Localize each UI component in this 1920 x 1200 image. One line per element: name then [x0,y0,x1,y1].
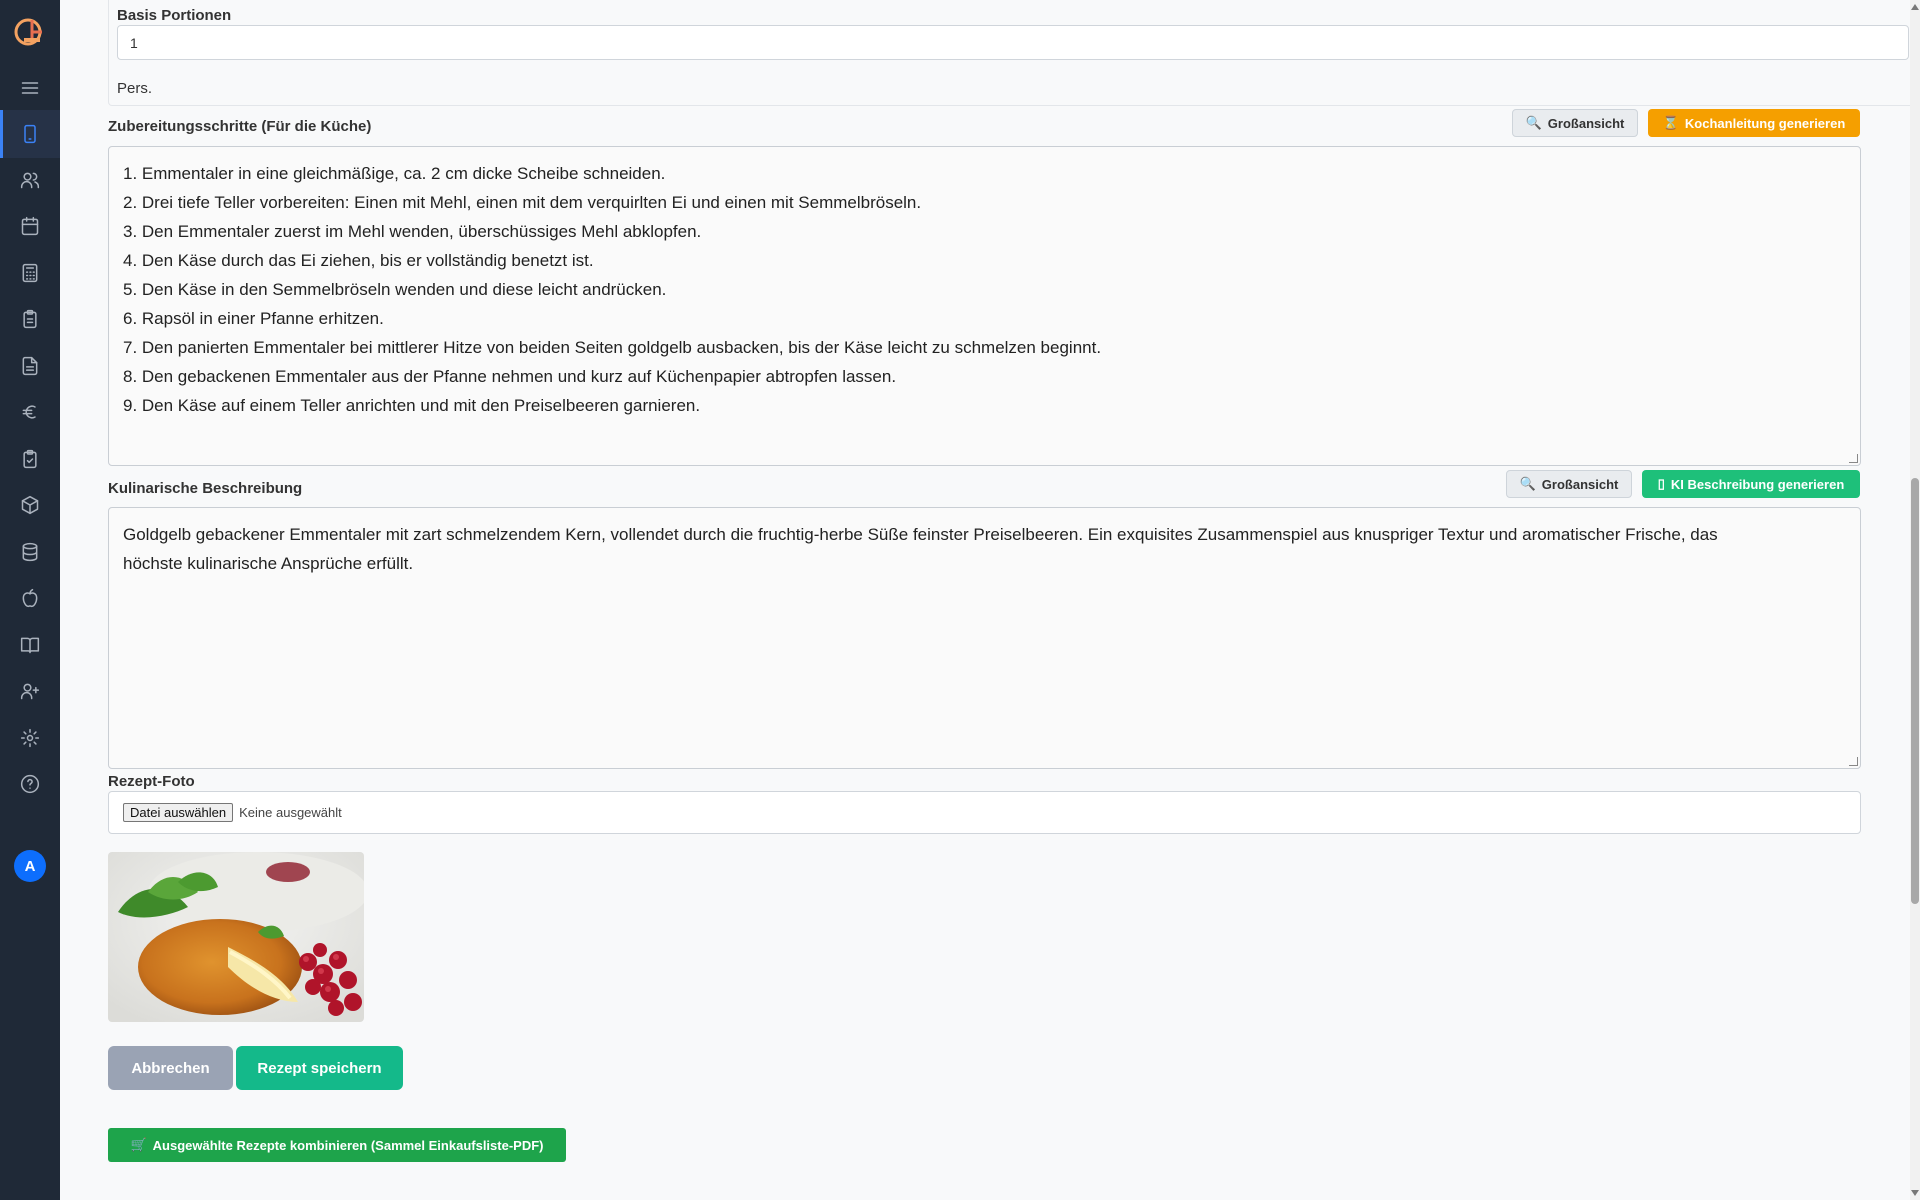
menu-icon[interactable] [18,76,42,100]
euro-icon[interactable] [18,400,42,424]
sidebar: A [0,0,60,1200]
combine-recipes-button[interactable]: 🛒 Ausgewählte Rezepte kombinieren (Samme… [108,1128,566,1162]
generate-instructions-label: Kochanleitung generieren [1684,115,1846,131]
step-line: 6. Rapsöl in einer Pfanne erhitzen. [123,309,384,328]
help-icon[interactable] [18,772,42,796]
portions-unit: Pers. [117,80,153,97]
step-line: 2. Drei tiefe Teller vorbereiten: Einen … [123,193,922,212]
step-line: 4. Den Käse durch das Ei ziehen, bis er … [123,251,594,270]
recipe-photo [108,852,364,1022]
step-line: 1. Emmentaler in eine gleichmäßige, ca. … [123,164,666,183]
description-zoom-button[interactable]: 🔍 Großansicht [1506,470,1632,498]
logo-icon[interactable] [10,12,50,52]
hourglass-icon: ⌛ [1662,115,1679,130]
steps-textarea[interactable]: 1. Emmentaler in eine gleichmäßige, ca. … [108,146,1861,466]
magnifier-icon: 🔍 [1525,115,1542,130]
step-line: 5. Den Käse in den Semmelbröseln wenden … [123,280,667,299]
step-line: 8. Den gebackenen Emmentaler aus der Pfa… [123,367,897,386]
steps-zoom-label: Großansicht [1547,115,1625,131]
magnifier-icon: 🔍 [1519,476,1536,491]
resize-handle[interactable] [1849,454,1858,463]
portions-label: Basis Portionen [117,7,232,24]
scroll-thumb[interactable] [1911,478,1919,904]
scroll-down-arrow[interactable] [1911,1190,1919,1196]
photo-label: Rezept-Foto [108,773,195,790]
clipboard-icon[interactable] [18,307,42,331]
steps-zoom-button[interactable]: 🔍 Großansicht [1512,109,1638,137]
generate-instructions-button[interactable]: ⌛ Kochanleitung generieren [1648,109,1860,137]
sparkle-icon: ▯ [1657,476,1665,491]
box-icon[interactable] [18,493,42,517]
portions-input[interactable]: 1 [117,25,1909,60]
choose-file-button[interactable]: Datei auswählen [123,803,234,822]
phone-icon[interactable] [18,122,42,146]
file-status: Keine ausgewählt [239,805,342,820]
users-icon[interactable] [18,168,42,192]
description-line: Goldgelb gebackener Emmentaler mit zart … [123,525,1718,544]
combine-recipes-label: Ausgewählte Rezepte kombinieren (Sammel … [152,1137,544,1153]
description-line: höchste kulinarische Ansprüche erfüllt. [123,554,414,573]
step-line: 3. Den Emmentaler zuerst im Mehl wenden,… [123,222,702,241]
resize-handle[interactable] [1849,757,1858,766]
settings-icon[interactable] [18,726,42,750]
user-plus-icon[interactable] [18,679,42,703]
apple-icon[interactable] [18,586,42,610]
cart-icon: 🛒 [130,1137,147,1152]
book-icon[interactable] [18,633,42,657]
database-icon[interactable] [18,540,42,564]
cancel-button[interactable]: Abbrechen [108,1046,233,1090]
description-textarea[interactable]: Goldgelb gebackener Emmentaler mit zart … [108,507,1861,769]
scroll-up-arrow[interactable] [1911,4,1919,10]
description-label: Kulinarische Beschreibung [108,480,303,497]
steps-label: Zubereitungsschritte (Für die Küche) [108,118,372,135]
step-line: 7. Den panierten Emmentaler bei mittlere… [123,338,1102,357]
calculator-icon[interactable] [18,261,42,285]
step-line: 9. Den Käse auf einem Teller anrichten u… [123,396,701,415]
save-recipe-button[interactable]: Rezept speichern [236,1046,403,1090]
calendar-icon[interactable] [18,214,42,238]
photo-file-input[interactable]: Datei auswählen Keine ausgewählt [108,791,1861,834]
scrollbar[interactable] [1910,0,1920,1200]
checklist-icon[interactable] [18,447,42,471]
generate-description-label: KI Beschreibung generieren [1670,476,1845,492]
recipe-form: Basis Portionen 1 Pers. Zubereitungsschr… [60,0,1920,1200]
description-zoom-label: Großansicht [1541,476,1619,492]
avatar[interactable]: A [14,850,46,882]
generate-description-button[interactable]: ▯ KI Beschreibung generieren [1642,470,1860,498]
document-icon[interactable] [18,354,42,378]
